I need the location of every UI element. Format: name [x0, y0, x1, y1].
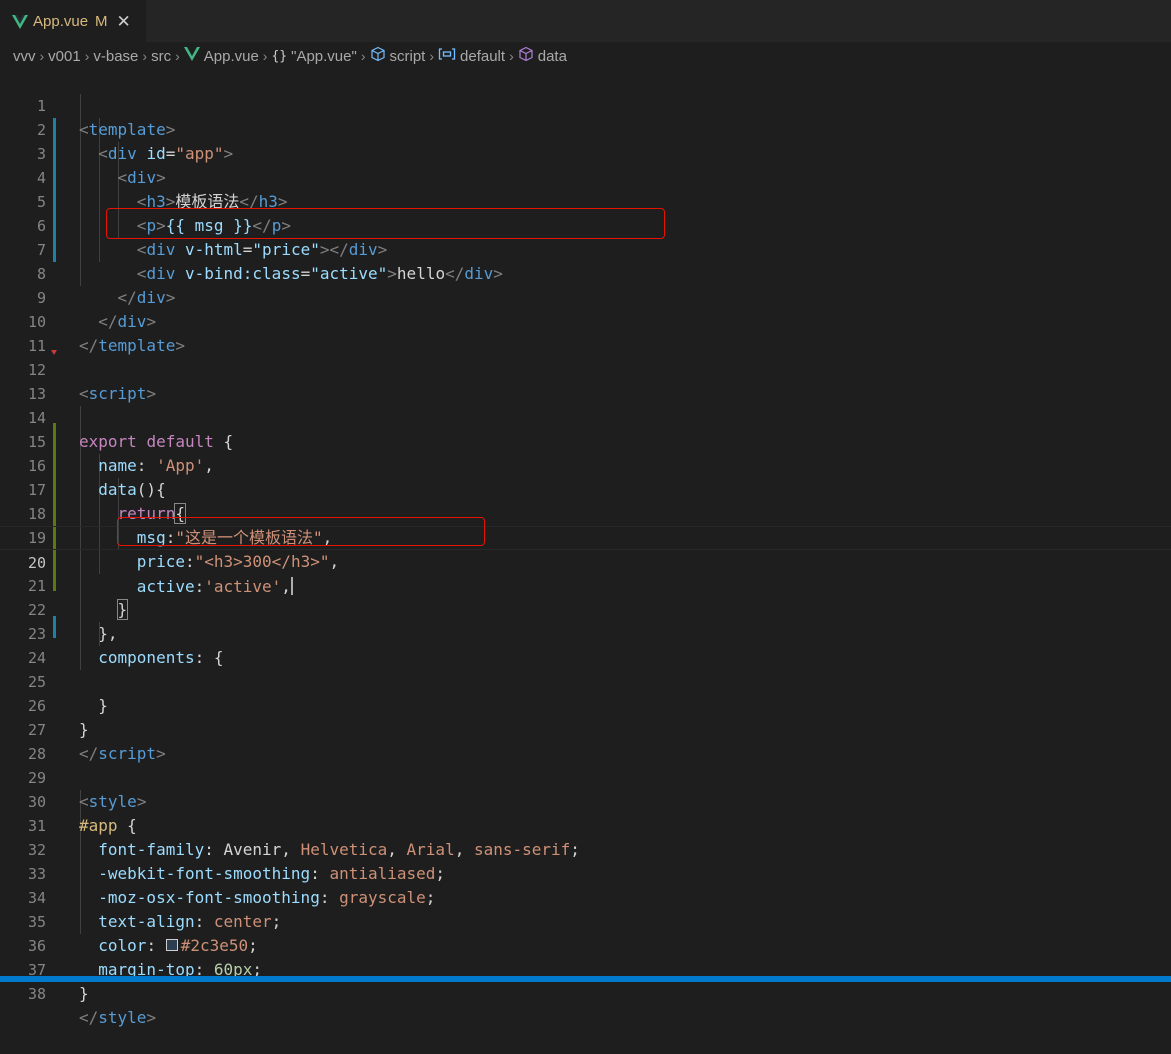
code-line: 26 }	[0, 670, 1171, 739]
tab-modified-badge: M	[95, 13, 108, 30]
code-line: 4 <h3>模板语法</h3>	[0, 142, 1171, 211]
code-line: 13	[0, 358, 1171, 403]
code-content: }	[79, 984, 89, 1003]
code-line: 5 <p>{{ msg }}</p>	[0, 166, 1171, 235]
code-line: 22 },	[0, 574, 1171, 643]
code-line: 25 }	[0, 646, 1171, 715]
breadcrumb-item-data[interactable]: data	[538, 48, 567, 65]
code-line: 17 return{	[0, 454, 1171, 524]
vue-icon	[183, 47, 200, 65]
code-line: 2 <div id="app">	[0, 94, 1171, 163]
line-number: 38	[27, 985, 46, 1003]
chevron-right-icon: ›	[509, 48, 514, 64]
code-line: 10 </template>	[0, 286, 1171, 355]
code-line: 18 msg:"这是一个模板语法",	[0, 478, 1171, 547]
chevron-right-icon: ›	[175, 48, 180, 64]
chevron-right-icon: ›	[360, 48, 366, 64]
code-line: 36 margin-top: 60px;	[0, 910, 1171, 979]
chevron-right-icon: ›	[429, 48, 435, 64]
breadcrumb-item-vvv[interactable]: vvv	[13, 48, 36, 65]
chevron-right-icon: ›	[142, 48, 148, 64]
code-line: 29 <style>	[0, 742, 1171, 811]
chevron-right-icon: ›	[84, 48, 90, 64]
code-line: 21 }	[0, 550, 1171, 620]
chevron-right-icon: ›	[39, 48, 45, 64]
code-line: 33 -moz-osx-font-smoothing: grayscale;	[0, 838, 1171, 907]
code-line: 9 </div>	[0, 262, 1171, 331]
breadcrumb-item-app-vue[interactable]: App.vue	[204, 48, 259, 65]
vue-icon	[12, 14, 28, 29]
tab-bar: App.vue M ✕	[0, 0, 1171, 42]
code-line: 3 <div>	[0, 118, 1171, 187]
code-line: 37 }	[0, 934, 1171, 1003]
breadcrumb-item-v-base[interactable]: v-base	[93, 48, 138, 65]
code-line: 28	[0, 718, 1171, 763]
code-line: 16 data(){	[0, 430, 1171, 499]
breadcrumb: vvv › v001 › v-base › src › App.vue › {}…	[0, 42, 1171, 70]
code-line: 23 components: {	[0, 598, 1171, 667]
breadcrumb-item-v001[interactable]: v001	[48, 48, 81, 65]
highlight-box-line-20	[117, 517, 485, 546]
tab-app-vue[interactable]: App.vue M ✕	[0, 0, 146, 42]
code-line: 30 #app {	[0, 766, 1171, 835]
code-line: 11	[0, 310, 1171, 355]
code-line: 34 text-align: center;	[0, 862, 1171, 931]
code-line: 27 </script>	[0, 694, 1171, 763]
tab-filename: App.vue	[33, 13, 89, 30]
cube-icon	[370, 46, 386, 66]
code-editor[interactable]: 1 <template> 2 <div id="app"> 3 <div> 4 …	[0, 70, 1171, 1027]
code-line: 8 </div>	[0, 238, 1171, 307]
breadcrumb-item-script[interactable]: script	[390, 48, 426, 65]
breadcrumb-item-module[interactable]: "App.vue"	[291, 48, 357, 65]
code-line: 12 <script>	[0, 334, 1171, 403]
variable-icon	[438, 47, 456, 65]
breadcrumb-item-default[interactable]: default	[460, 48, 505, 65]
chevron-right-icon: ›	[262, 48, 268, 64]
cube-icon	[518, 46, 534, 66]
code-content: </style>	[79, 1008, 157, 1027]
close-icon[interactable]: ✕	[117, 13, 131, 30]
code-line: 15 name: 'App',	[0, 406, 1171, 475]
code-line: 24	[0, 622, 1171, 667]
highlight-box-line-7	[106, 208, 665, 239]
code-line: 1 <template>	[0, 70, 1171, 139]
code-line: 32 -webkit-font-smoothing: antialiased;	[0, 814, 1171, 883]
status-bar	[0, 976, 1171, 982]
code-line: 31 font-family: Avenir, Helvetica, Arial…	[0, 790, 1171, 859]
breadcrumb-item-src[interactable]: src	[151, 48, 171, 65]
code-line: 14 export default {	[0, 382, 1171, 451]
code-line: 35 color: #2c3e50;	[0, 886, 1171, 955]
module-braces-icon: {}	[271, 48, 288, 64]
